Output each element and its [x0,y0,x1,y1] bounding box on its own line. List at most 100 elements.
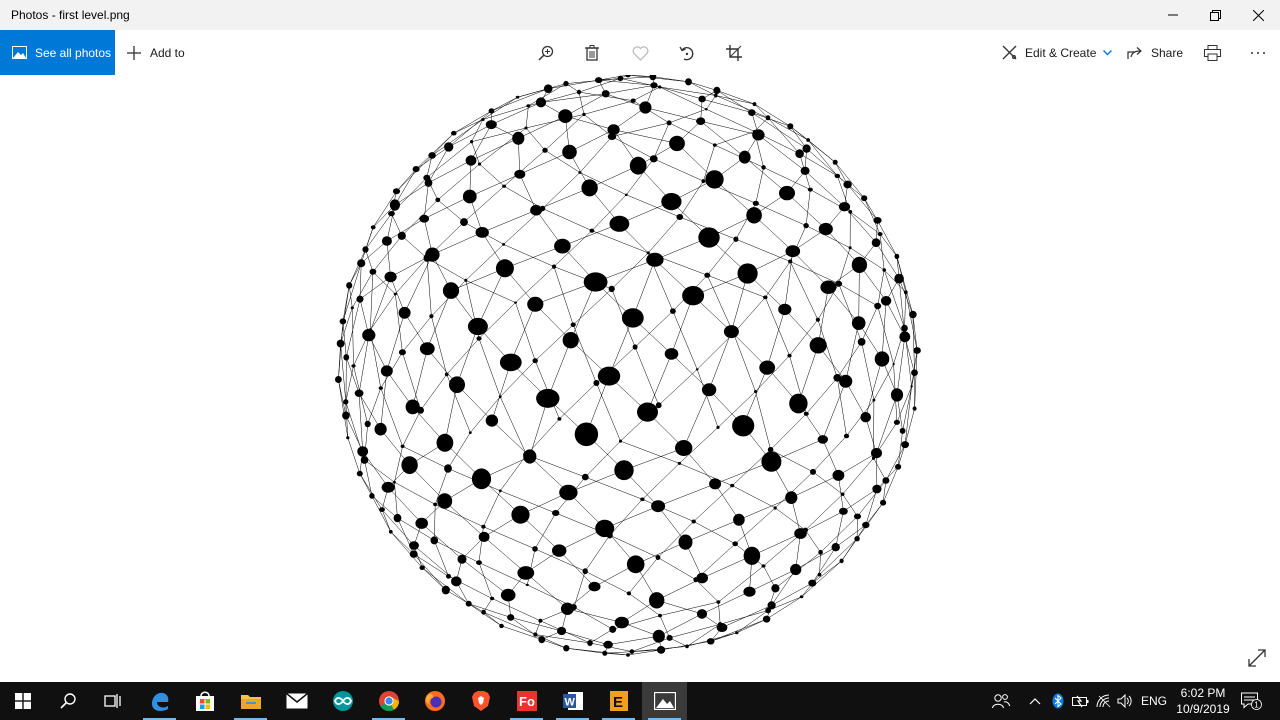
taskbar-firefox[interactable] [412,682,457,720]
chevron-down-icon [1103,49,1113,56]
sphere-node [843,180,852,189]
taskbar-word[interactable]: W [550,682,595,720]
sphere-link [500,454,527,491]
print-button[interactable] [1200,42,1224,64]
zoom-button[interactable] [534,42,558,64]
sphere-node [778,303,792,316]
sphere-node [696,117,706,125]
taskbar-arduino[interactable] [320,682,365,720]
sphere-node [625,75,631,78]
sphere-node [857,338,866,346]
taskbar-chrome[interactable] [366,682,411,720]
sphere-node [476,336,482,341]
favorite-button[interactable] [628,42,652,64]
sphere-link [605,93,646,108]
sphere-node [646,251,650,255]
sphere-link [394,482,398,519]
sphere-link [386,312,405,372]
image-viewer[interactable] [0,75,1280,682]
sphere-node [444,142,454,152]
action-center-button[interactable]: 1 [1241,682,1263,720]
sphere-link [572,324,597,384]
sphere-node [467,317,488,336]
rotate-button[interactable] [675,42,699,64]
taskbar-edge[interactable] [137,682,182,720]
sphere-link [352,271,374,308]
sphere-node [601,90,610,98]
task-view-button[interactable] [90,682,135,720]
show-hidden-icons-button[interactable] [1029,682,1041,720]
sphere-node [369,268,377,275]
taskbar-foxit[interactable]: Fo [504,682,549,720]
sphere-link [370,271,374,330]
task-view-icon [103,694,121,708]
sphere-link [491,102,542,125]
svg-text:W: W [564,697,575,709]
sphere-node [343,354,350,361]
taskbar-mail[interactable] [274,682,319,720]
minimize-button[interactable] [1150,0,1196,30]
sphere-link [565,115,614,130]
sphere-node [649,592,665,609]
sphere-node [696,572,708,584]
sphere-node [552,544,567,557]
sphere-node [733,513,745,526]
sphere-link [396,168,417,192]
taskbar-file-explorer[interactable] [228,682,273,720]
sphere-link [795,546,836,570]
restore-button[interactable] [1192,0,1238,30]
sphere-node [652,629,665,643]
start-button[interactable] [0,682,45,720]
sphere-node [614,616,629,629]
network-button[interactable] [1096,682,1112,720]
sphere-node [351,364,356,368]
sphere-link [394,182,429,206]
sphere-link [835,162,865,199]
sphere-link [579,136,613,173]
sphere-node [762,615,771,623]
sphere-link [679,463,733,486]
sphere-node [362,328,376,342]
share-button[interactable]: Share [1127,30,1183,75]
taskbar-e-app[interactable]: E [596,682,641,720]
sphere-node [525,583,529,587]
sphere-node [637,402,658,422]
sphere-link [596,382,621,442]
sphere-node [761,564,766,568]
sphere-node [754,390,757,393]
more-button[interactable] [1246,42,1270,64]
fullscreen-button[interactable] [1247,648,1267,668]
sphere-link [573,606,613,630]
sphere-link [835,524,866,548]
sphere-node [392,188,401,195]
crop-button[interactable] [722,42,746,64]
add-to-button[interactable]: Add to [127,30,185,75]
volume-button[interactable] [1117,682,1133,720]
language-indicator[interactable]: ENG [1141,682,1167,720]
taskbar-store[interactable] [182,682,227,720]
sphere-node [658,613,662,618]
sphere-node [444,372,449,377]
sphere-node [388,529,393,534]
taskbar-photos[interactable] [642,682,687,720]
power-button[interactable] [1072,682,1090,720]
see-all-photos-button[interactable]: See all photos [0,30,115,75]
bluetooth-button[interactable] [1052,682,1064,720]
clock[interactable]: 6:02 PM 10/9/2019 [1168,685,1238,717]
close-button[interactable] [1235,0,1280,30]
sphere-link [338,379,347,416]
sphere-link [865,502,884,526]
delete-button[interactable] [580,42,604,64]
sphere-link [718,565,764,603]
taskbar-search-button[interactable] [45,682,90,720]
sphere-node [705,170,724,189]
people-button[interactable] [992,682,1010,720]
edit-create-button[interactable]: Edit & Create [1002,30,1113,75]
sphere-link [708,331,732,390]
sphere-node [507,614,515,621]
sphere-node [901,441,909,449]
taskbar-brave[interactable] [458,682,503,720]
sphere-node [533,632,538,637]
sphere-node [815,317,821,322]
sphere-node [551,264,557,269]
